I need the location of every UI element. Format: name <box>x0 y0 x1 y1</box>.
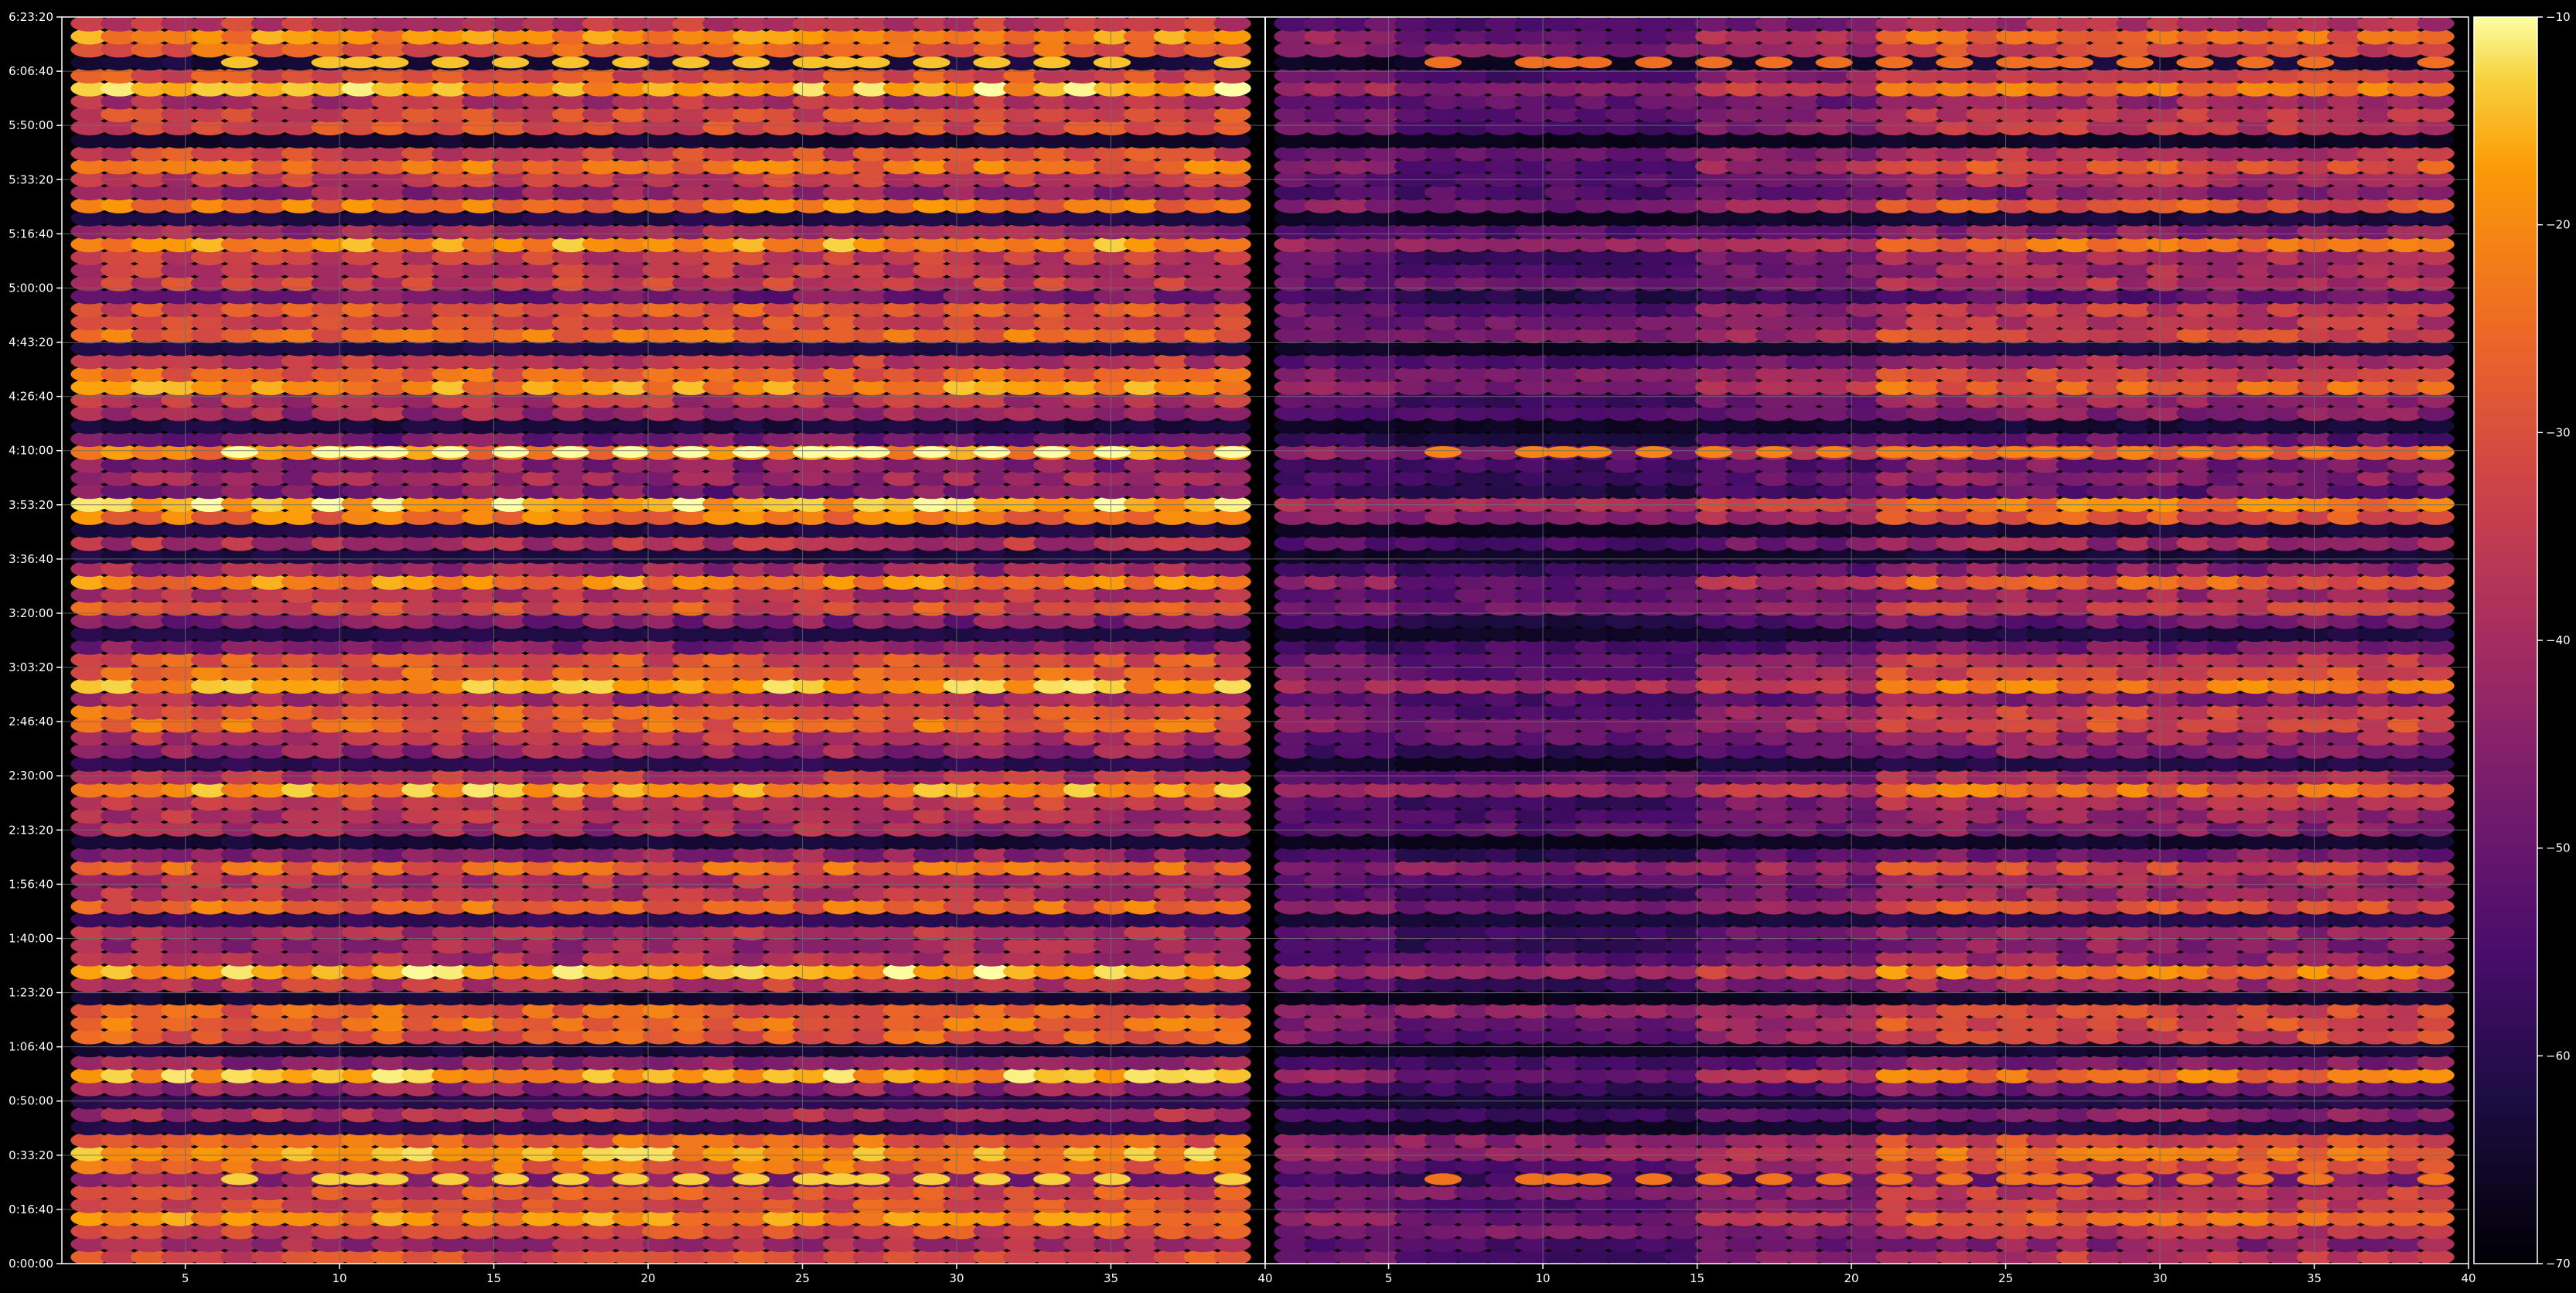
spectrogram-cell <box>1033 1173 1071 1186</box>
spectrogram-cell <box>612 445 650 459</box>
spectrogram-cell <box>1093 445 1131 459</box>
right-spectrogram-panel <box>1265 16 2469 1264</box>
spectrogram-cell <box>913 445 950 459</box>
spectrogram-cell <box>1213 445 1251 459</box>
spectrogram-cell <box>551 445 590 459</box>
spectrogram-cell <box>432 445 469 459</box>
spectrogram-cell <box>973 1173 1011 1186</box>
spectrogram-cell <box>1093 56 1131 69</box>
spectrogram-cell <box>852 445 890 459</box>
spectrogram-cell <box>973 56 1011 69</box>
spectrogram-cell <box>491 56 530 69</box>
spectrogram-cell <box>371 56 409 69</box>
spectrogram-cell <box>852 56 890 69</box>
spectrogram-cell <box>220 56 258 69</box>
spectrogram-figure: 0:00:000:16:400:33:200:50:001:06:401:23:… <box>0 0 2576 1293</box>
spectrogram-cell <box>432 1173 469 1186</box>
spectrogram-cell <box>220 1173 258 1186</box>
spectrogram-cell <box>852 1173 890 1186</box>
spectrogram-cell <box>371 1173 409 1186</box>
spectrogram-cell <box>672 56 710 69</box>
spectrogram-cell <box>612 1173 650 1186</box>
spectrogram-cell <box>1033 445 1071 459</box>
spectrogram-cell <box>491 1173 530 1186</box>
spectrogram-cell <box>432 56 469 69</box>
spectrogram-cell <box>551 1173 590 1186</box>
spectrogram-cell <box>913 56 950 69</box>
spectrogram-cell <box>1213 56 1251 69</box>
spectrogram-cell <box>672 445 710 459</box>
spectrogram-cell <box>551 56 590 69</box>
spectrogram-cell <box>612 56 650 69</box>
spectrogram-cell <box>1213 17 1251 32</box>
spectrogram-cell <box>1033 56 1071 69</box>
spectrogram-cell <box>371 445 409 459</box>
spectrogram-cell <box>672 1173 710 1186</box>
spectrogram-cell <box>220 445 258 459</box>
spectrogram-cell <box>1093 1173 1131 1186</box>
spectrogram-cell <box>973 445 1011 459</box>
spectrogram-cell <box>491 445 530 459</box>
spectrogram-cell <box>732 1173 770 1186</box>
spectrogram-cell <box>1213 1173 1251 1186</box>
spectrogram-cell <box>732 56 770 69</box>
left-spectrogram-panel <box>62 16 1266 1264</box>
spectrogram-cell <box>732 445 770 459</box>
spectrogram-cell <box>913 1173 950 1186</box>
